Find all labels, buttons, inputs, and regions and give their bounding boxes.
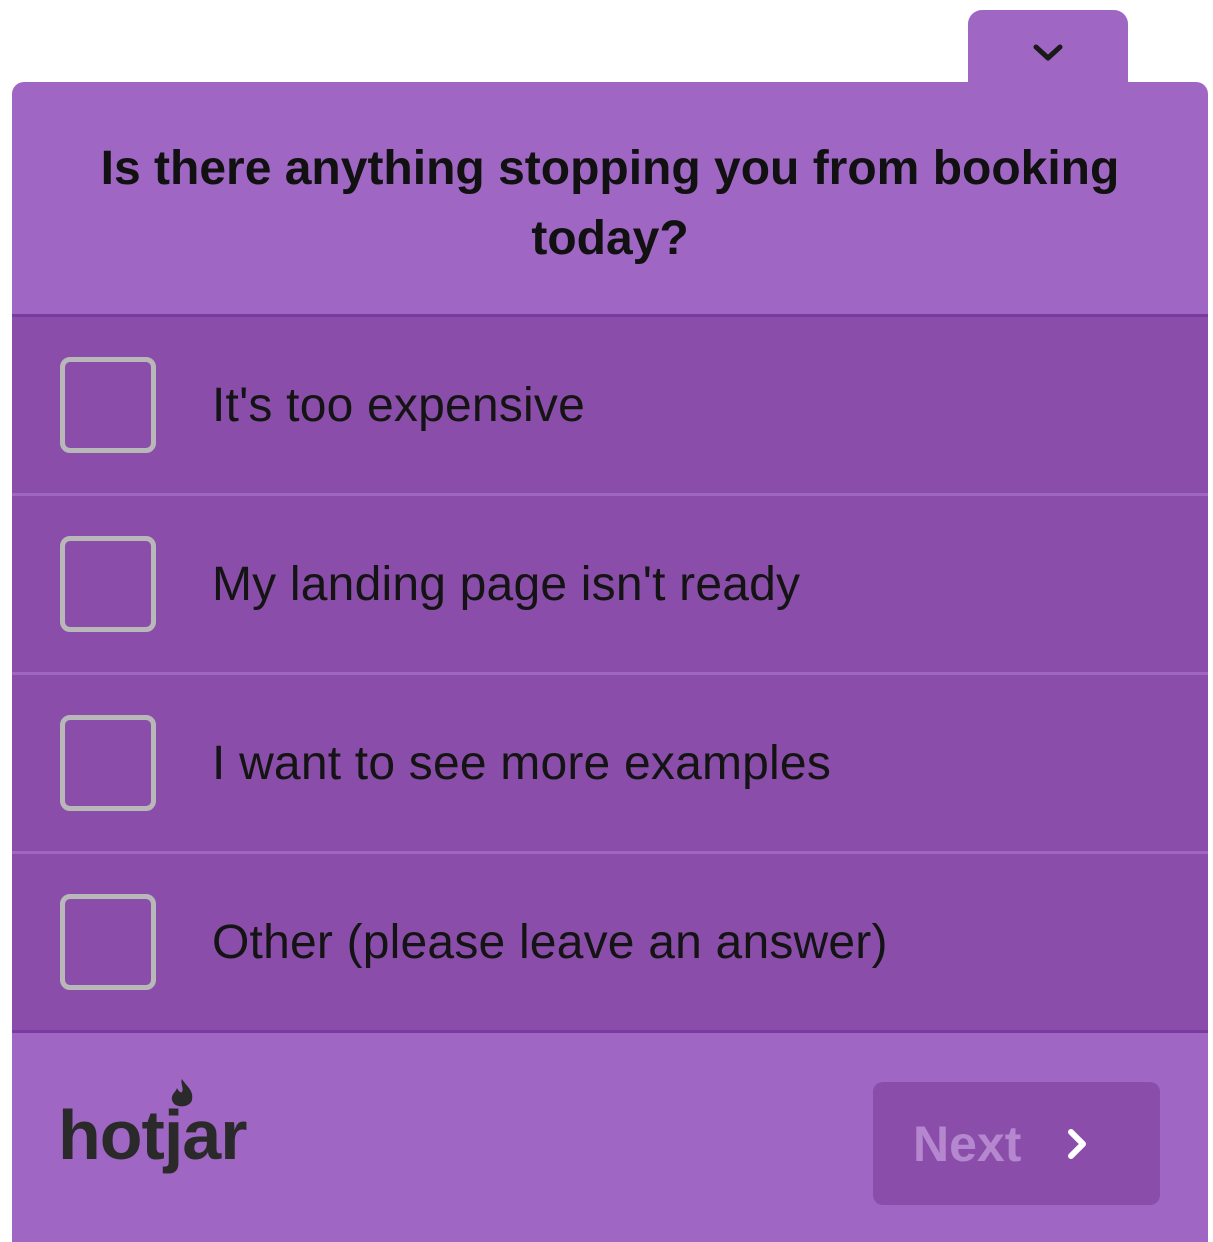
option-label: It's too expensive (212, 378, 585, 432)
checkbox[interactable] (60, 536, 156, 632)
logo-text: hotjar (58, 1096, 247, 1174)
survey-panel: Is there anything stopping you from book… (12, 82, 1208, 1242)
survey-widget: Is there anything stopping you from book… (0, 0, 1213, 1242)
option-landing-page-not-ready[interactable]: My landing page isn't ready (12, 496, 1208, 675)
checkbox[interactable] (60, 715, 156, 811)
checkbox[interactable] (60, 894, 156, 990)
survey-footer: hotjar Next (12, 1033, 1208, 1242)
chevron-down-icon (1033, 44, 1063, 61)
next-button[interactable]: Next (873, 1082, 1160, 1205)
hotjar-logo[interactable]: hotjar (58, 1079, 247, 1175)
option-label: My landing page isn't ready (212, 557, 801, 611)
option-more-examples[interactable]: I want to see more examples (12, 675, 1208, 854)
flame-icon (171, 1079, 193, 1107)
option-other[interactable]: Other (please leave an answer) (12, 854, 1208, 1033)
survey-question: Is there anything stopping you from book… (100, 142, 1120, 265)
option-label: Other (please leave an answer) (212, 915, 888, 969)
options-list: It's too expensive My landing page isn't… (12, 314, 1208, 1033)
option-label: I want to see more examples (212, 736, 832, 790)
next-label: Next (913, 1115, 1022, 1172)
chevron-right-icon (1068, 1128, 1087, 1159)
option-too-expensive[interactable]: It's too expensive (12, 317, 1208, 496)
checkbox[interactable] (60, 357, 156, 453)
